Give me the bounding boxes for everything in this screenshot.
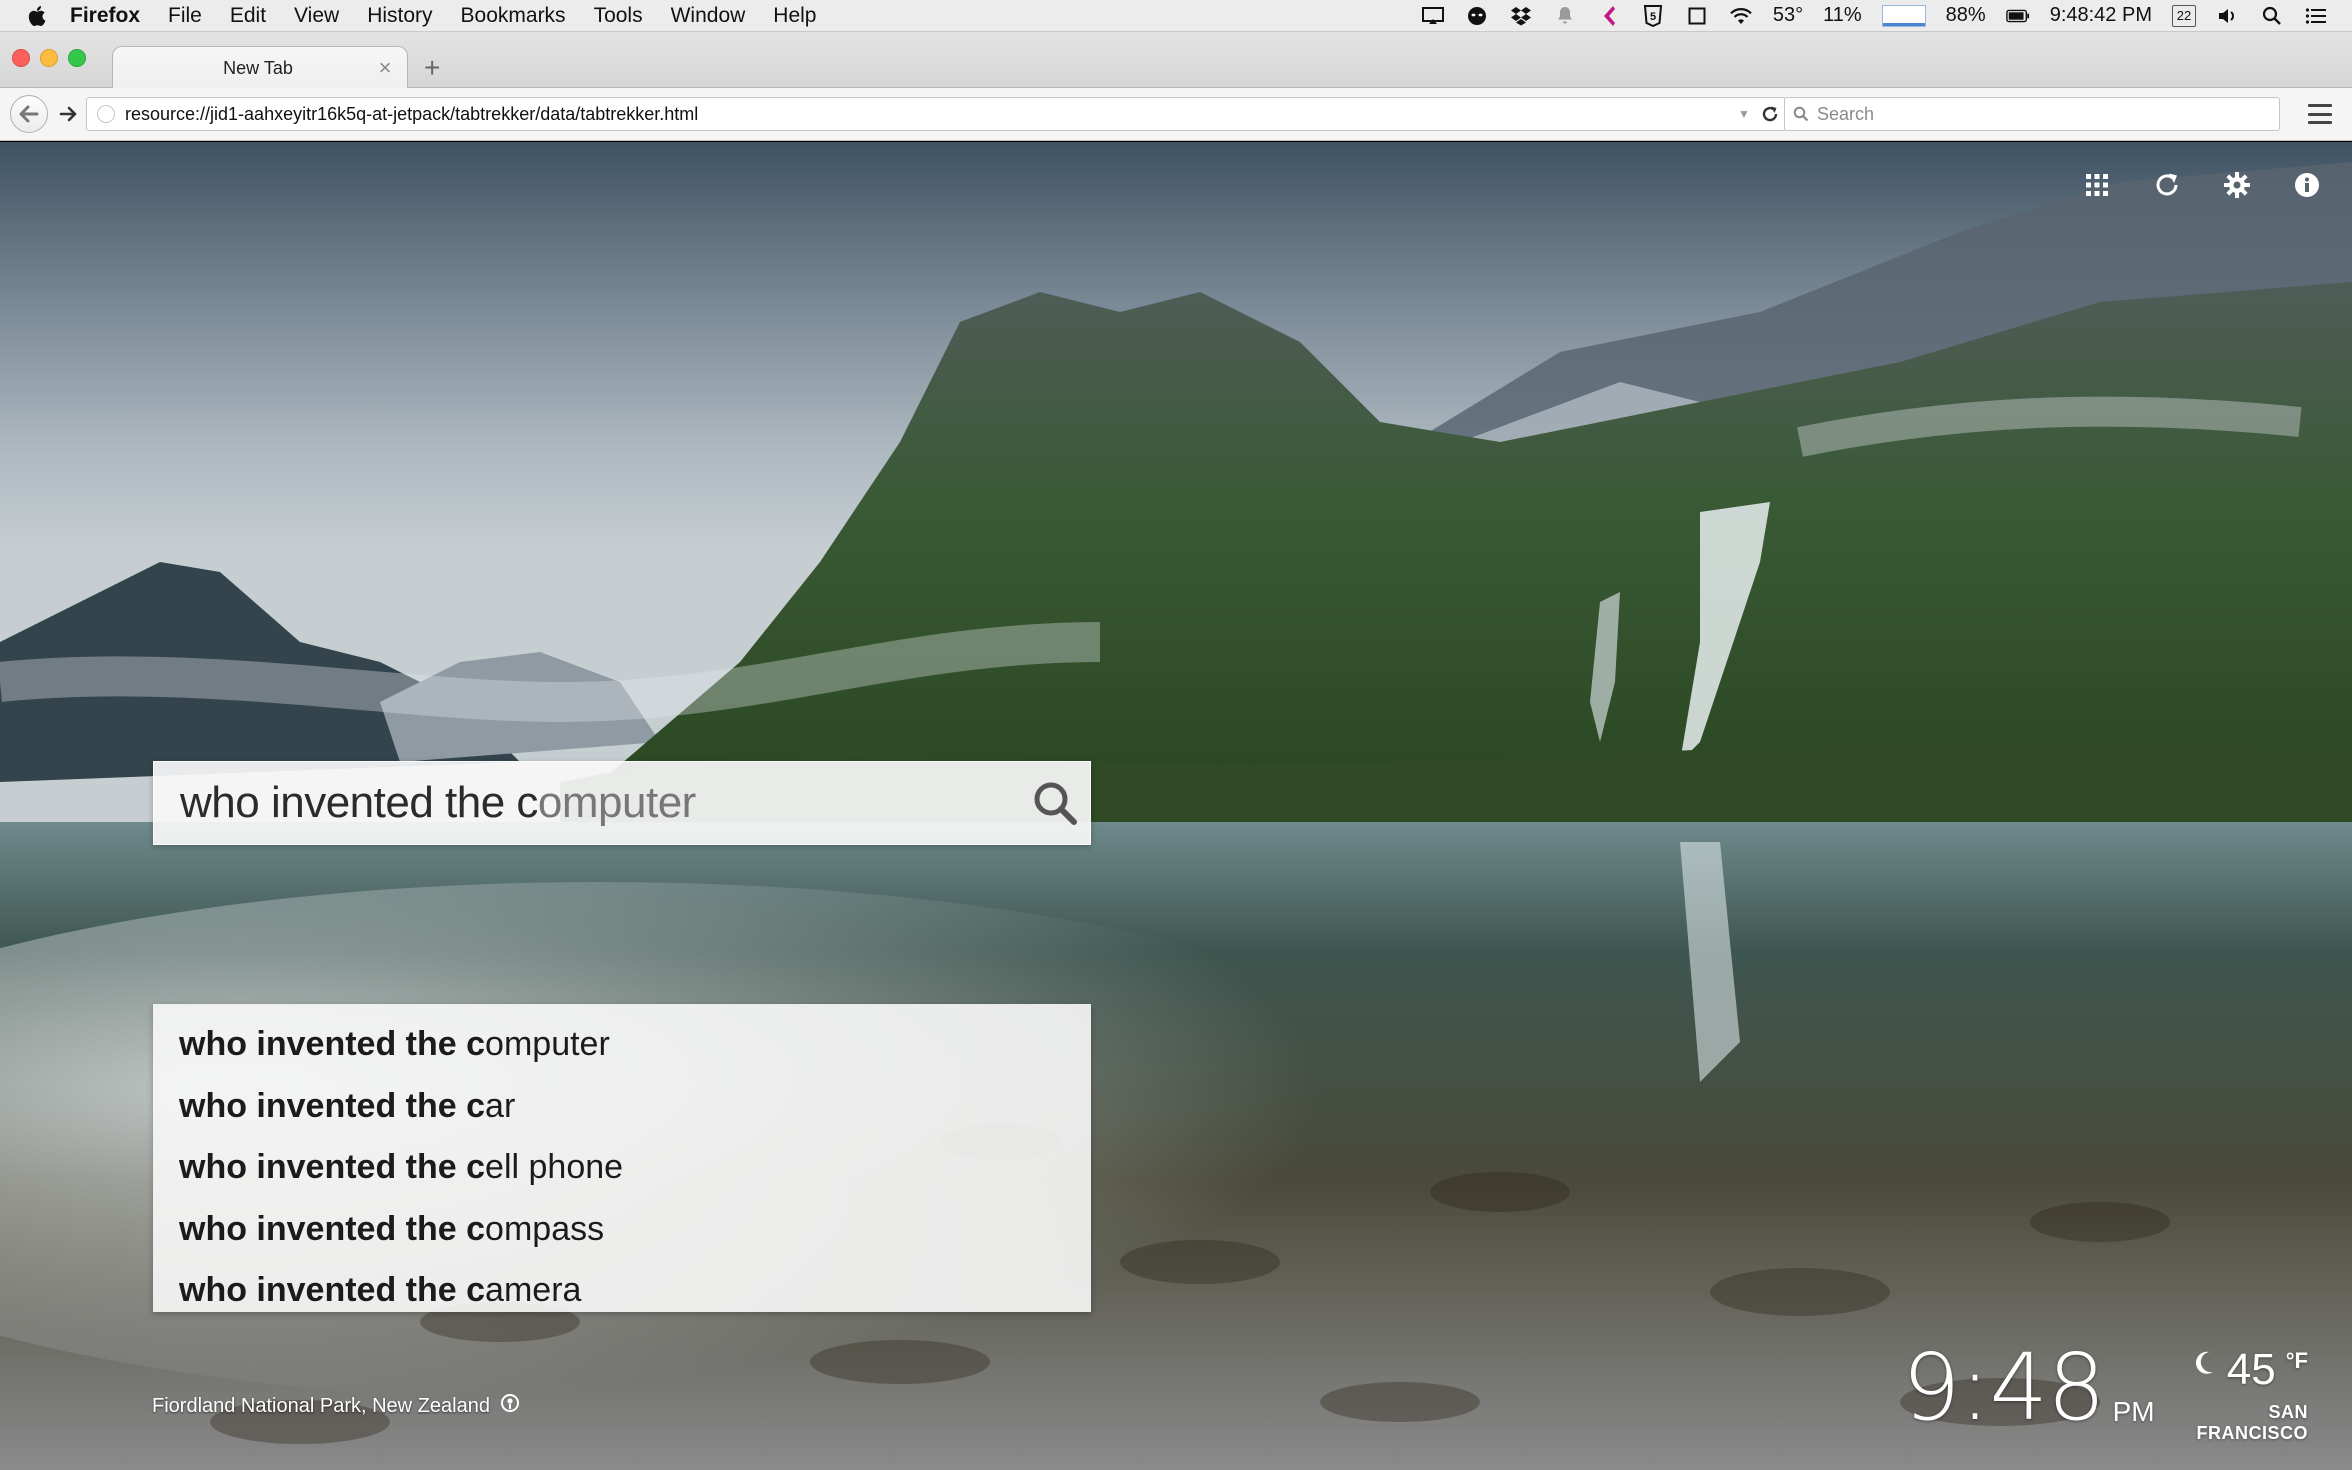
- window-zoom-button[interactable]: [68, 49, 86, 67]
- weather-unit: °F: [2285, 1348, 2308, 1373]
- moon-night-icon: [2191, 1348, 2217, 1383]
- suggestion-rest: omputer: [485, 1025, 610, 1064]
- temperature-readout[interactable]: 53°: [1773, 4, 1803, 27]
- clock-ampm: PM: [2112, 1396, 2155, 1427]
- notification-bell-icon[interactable]: [1553, 5, 1577, 27]
- page-clock: 9:48 PM: [1902, 1342, 2155, 1434]
- apps-grid-icon[interactable]: [2082, 170, 2112, 200]
- menu-help[interactable]: Help: [773, 4, 816, 28]
- menu-edit[interactable]: Edit: [230, 4, 266, 28]
- tab-title: New Tab: [223, 57, 293, 78]
- suggestion-prefix: who invented the c: [179, 1086, 486, 1125]
- svg-text:5: 5: [1650, 11, 1656, 23]
- search-suggestions-list: who invented the c omputer who invented t…: [153, 1004, 1091, 1312]
- menu-file[interactable]: File: [168, 4, 202, 28]
- menu-bookmarks[interactable]: Bookmarks: [461, 4, 566, 28]
- pocket-arrow-icon[interactable]: [1597, 5, 1621, 27]
- window-minimize-button[interactable]: [40, 49, 58, 67]
- suggestion-rest: ell phone: [485, 1148, 624, 1187]
- search-engine-icon[interactable]: [1785, 106, 1817, 122]
- page-search-box[interactable]: who invented the computer: [153, 761, 1091, 845]
- macos-menubar: Firefox File Edit View History Bookmarks…: [0, 0, 2352, 32]
- suggestion-rest: ar: [485, 1086, 516, 1125]
- window-close-button[interactable]: [12, 49, 30, 67]
- suggestion-prefix: who invented the c: [179, 1148, 486, 1187]
- info-icon[interactable]: [2292, 170, 2322, 200]
- suggestion-item[interactable]: who invented the c ar: [153, 1076, 1091, 1138]
- menubar-clock[interactable]: 9:48:42 PM: [2050, 4, 2152, 27]
- status-area: 5 53° 11% 88% 9:48:42 PM 22: [1421, 4, 2352, 27]
- suggestion-rest: amera: [485, 1271, 582, 1310]
- reload-icon[interactable]: [1755, 105, 1785, 123]
- clock-time: 9:48: [1902, 1334, 2106, 1441]
- html5-shield-icon[interactable]: 5: [1641, 4, 1665, 27]
- suggestion-item[interactable]: who invented the c omputer: [153, 1014, 1091, 1076]
- window-square-icon[interactable]: [1685, 5, 1709, 27]
- back-button[interactable]: [10, 95, 48, 133]
- activity-graph[interactable]: [1881, 4, 1926, 27]
- menu-window[interactable]: Window: [671, 4, 746, 28]
- volume-icon[interactable]: [2216, 5, 2240, 27]
- menu-view[interactable]: View: [294, 4, 339, 28]
- spotlight-search-icon[interactable]: [2260, 5, 2284, 27]
- airplay-icon[interactable]: [1421, 5, 1445, 27]
- suggestion-item[interactable]: who invented the c ompass: [153, 1199, 1091, 1261]
- suggestion-prefix: who invented the c: [179, 1271, 486, 1310]
- tabtrekker-page: who invented the computer who invented t…: [0, 142, 2352, 1470]
- top-right-controls: [2082, 170, 2322, 200]
- apple-icon[interactable]: [28, 5, 48, 27]
- suggestion-item[interactable]: who invented the c ell phone: [153, 1137, 1091, 1199]
- suggestion-prefix: who invented the c: [179, 1025, 486, 1064]
- search-autocomplete-text: omputer: [537, 778, 696, 827]
- location-pin-icon[interactable]: [500, 1393, 520, 1419]
- settings-gear-icon[interactable]: [2222, 170, 2252, 200]
- search-query-input[interactable]: who invented the computer: [154, 778, 1020, 828]
- navigation-toolbar: resource://jid1-aahxeyitr16k5q-at-jetpac…: [0, 88, 2352, 141]
- url-bar[interactable]: resource://jid1-aahxeyitr16k5q-at-jetpac…: [86, 97, 1786, 131]
- suggestion-rest: ompass: [485, 1209, 605, 1248]
- window-controls: [12, 49, 86, 67]
- dropbox-icon[interactable]: [1509, 5, 1533, 27]
- menu-history[interactable]: History: [367, 4, 432, 28]
- tab-new-tab[interactable]: New Tab ×: [112, 46, 408, 89]
- battery-percent[interactable]: 88%: [1946, 4, 1986, 27]
- wifi-icon[interactable]: [1729, 5, 1753, 27]
- url-text[interactable]: resource://jid1-aahxeyitr16k5q-at-jetpac…: [125, 104, 1733, 125]
- forward-button[interactable]: [54, 100, 82, 128]
- browser-search-input[interactable]: [1817, 103, 2279, 125]
- tab-strip: New Tab × +: [0, 32, 2352, 89]
- weather-temperature: 45: [2226, 1345, 2276, 1394]
- search-submit-icon[interactable]: [1020, 780, 1090, 826]
- battery-icon[interactable]: [2005, 5, 2030, 27]
- cpu-readout[interactable]: 11%: [1823, 4, 1862, 27]
- history-dropdown-icon[interactable]: ▼: [1733, 107, 1755, 121]
- weather-city: SAN FRANCISCO: [2196, 1402, 2308, 1443]
- new-tab-button[interactable]: +: [424, 52, 440, 84]
- menu-app-firefox[interactable]: Firefox: [70, 4, 140, 28]
- hamburger-menu-icon[interactable]: [2306, 101, 2334, 127]
- site-identity-icon[interactable]: [97, 105, 115, 123]
- weather-widget[interactable]: 45 °F SAN FRANCISCO: [2158, 1348, 2308, 1444]
- browser-search-bar[interactable]: [1784, 97, 2280, 131]
- photo-location-caption: Fiordland National Park, New Zealand: [152, 1394, 490, 1417]
- alien-icon[interactable]: [1465, 5, 1489, 27]
- notification-center-icon[interactable]: [2304, 5, 2328, 27]
- suggestion-prefix: who invented the c: [179, 1209, 486, 1248]
- calendar-day-badge[interactable]: 22: [2172, 4, 2196, 27]
- search-typed-text: who invented the c: [180, 778, 538, 827]
- suggestion-item[interactable]: who invented the c amera: [153, 1260, 1091, 1322]
- refresh-icon[interactable]: [2152, 170, 2182, 200]
- tab-close-icon[interactable]: ×: [373, 55, 397, 81]
- menu-tools[interactable]: Tools: [594, 4, 643, 28]
- photo-location[interactable]: Fiordland National Park, New Zealand: [152, 1393, 520, 1419]
